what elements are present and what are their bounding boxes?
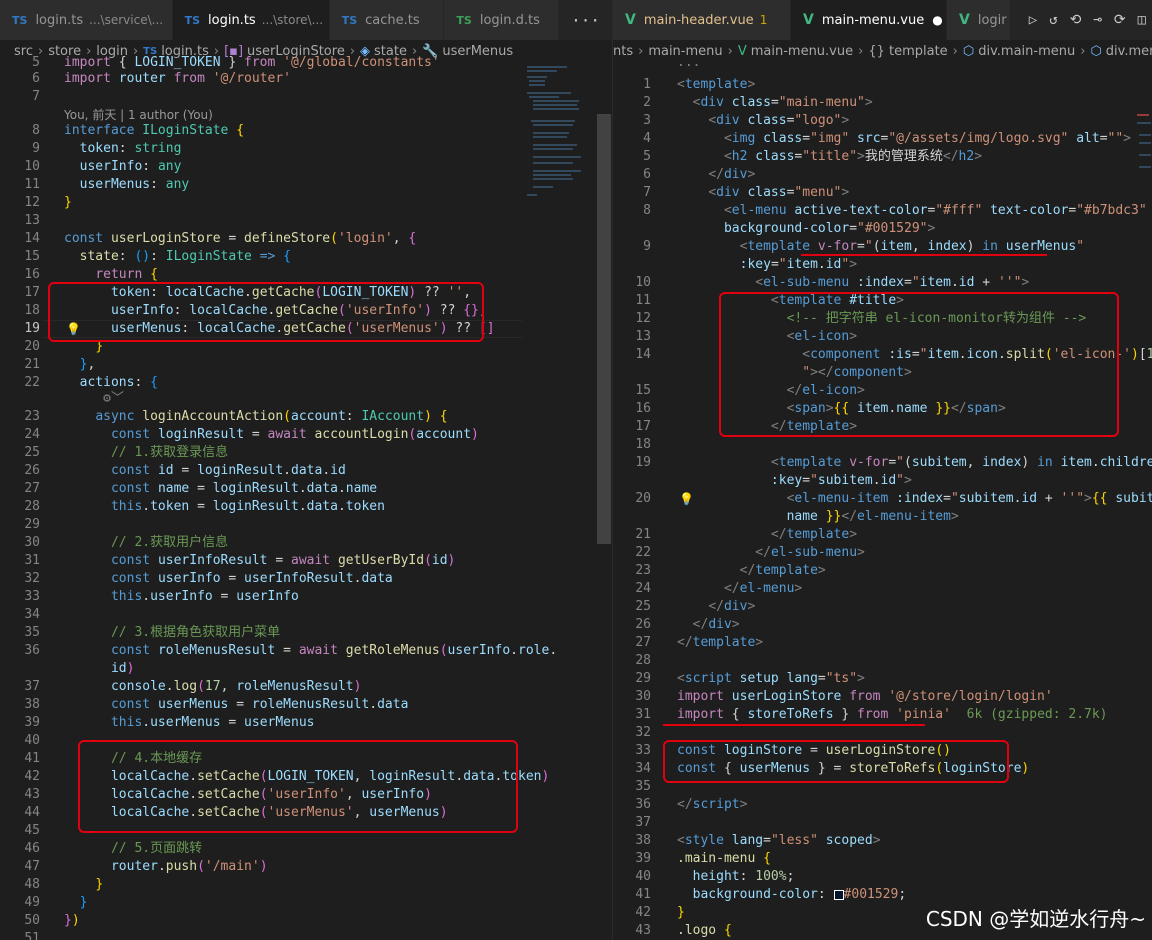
unsaved-dot-icon[interactable]: ●: [932, 13, 942, 27]
highlight-box-template-title: [719, 292, 1119, 437]
right-editor-pane: V main-header.vue 1 V main-menu.vue ● V …: [612, 0, 1152, 940]
tab-store-login-ts[interactable]: TS login.ts ...\store\... ✕: [172, 0, 330, 40]
watermark: CSDN @学如逆水行舟~: [925, 907, 1146, 931]
more-actions-icon[interactable]: ···: [559, 0, 612, 40]
vue-icon: V: [803, 12, 814, 28]
tab-service-login-ts[interactable]: TS login.ts ...\service\...: [0, 0, 173, 40]
tab-login-vue[interactable]: V logir: [947, 0, 1011, 40]
vertical-scrollbar[interactable]: [597, 62, 611, 940]
typescript-icon: TS: [12, 13, 28, 27]
tab-main-menu-vue[interactable]: V main-menu.vue ●: [791, 0, 947, 40]
import-cost-hint: 6k (gzipped: 2.7k): [966, 707, 1108, 722]
timeline-icon[interactable]: ↺: [1043, 12, 1063, 28]
split-editor-icon[interactable]: ◫: [1132, 12, 1152, 28]
minimap[interactable]: [525, 62, 595, 262]
go-forward-icon[interactable]: ⟳: [1108, 12, 1132, 28]
vue-icon: V: [959, 12, 970, 28]
git-commit-icon[interactable]: ⊸: [1087, 12, 1107, 28]
left-editor-pane: TS login.ts ...\service\... TS login.ts …: [0, 0, 612, 940]
tab-login-d-ts[interactable]: TS login.d.ts: [444, 0, 560, 40]
color-swatch[interactable]: [833, 889, 844, 900]
typescript-icon: TS: [341, 13, 358, 27]
right-tab-bar: V main-header.vue 1 V main-menu.vue ● V …: [613, 0, 1152, 40]
run-icon[interactable]: ▷: [1023, 12, 1043, 28]
editor-actions: ▷ ↺ ⟲ ⊸ ⟳ ◫: [1022, 0, 1152, 40]
typescript-definition-icon: TS: [456, 13, 472, 27]
tab-cache-ts[interactable]: TS cache.ts: [329, 0, 445, 40]
highlight-box-storetorefs: [663, 740, 1009, 783]
left-tab-bar: TS login.ts ...\service\... TS login.ts …: [0, 0, 612, 40]
highlight-box-state: [48, 282, 484, 342]
highlight-box-localcache: [78, 740, 518, 833]
problems-count-badge: 1: [759, 13, 768, 27]
underline-storetorefs-import: [663, 724, 925, 726]
minimap[interactable]: [1135, 62, 1152, 262]
scroll-thumb[interactable]: [597, 114, 611, 544]
tab-main-header-vue[interactable]: V main-header.vue 1: [613, 0, 791, 40]
vue-icon: V: [625, 12, 636, 28]
typescript-icon: TS: [184, 13, 201, 27]
go-back-icon[interactable]: ⟲: [1064, 12, 1088, 28]
underline-vfor: [801, 254, 1047, 256]
